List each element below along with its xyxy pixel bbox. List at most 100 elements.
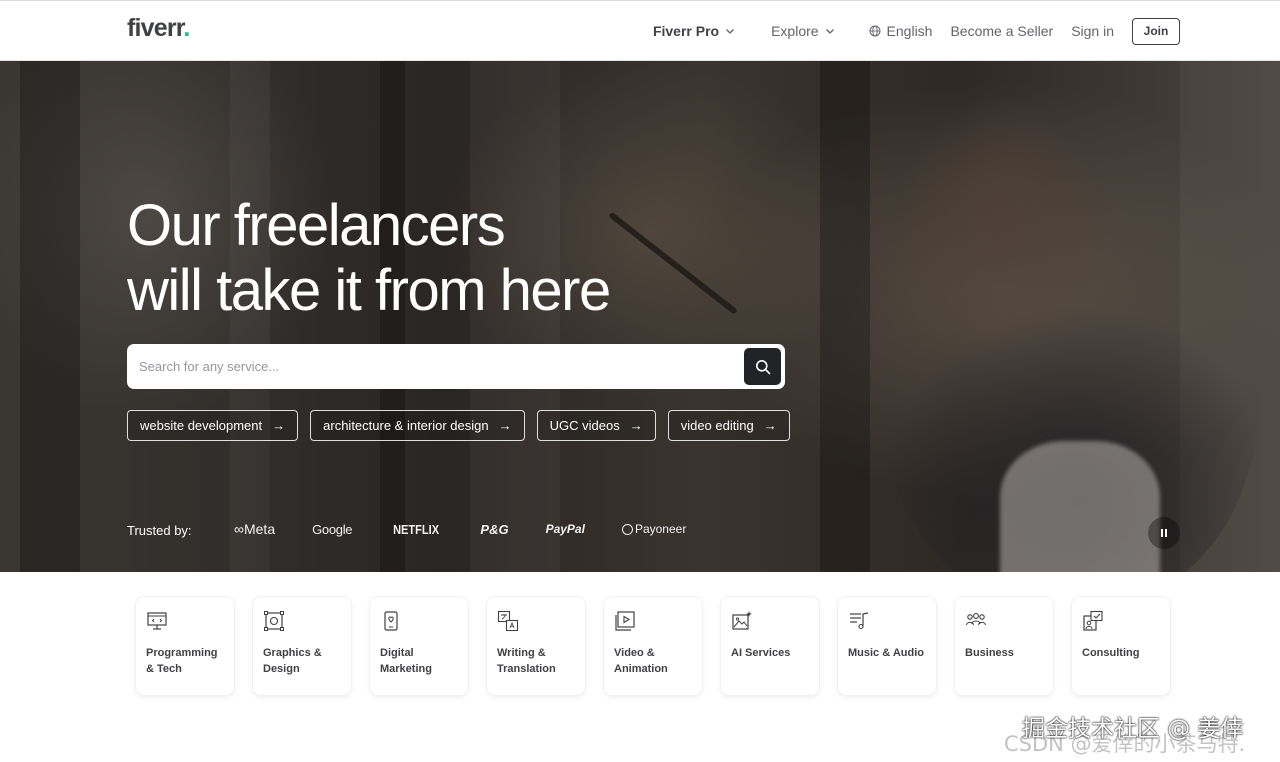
join-button[interactable]: Join	[1132, 17, 1180, 45]
ai-image-icon	[732, 611, 752, 630]
category-label-line: Programming	[146, 647, 218, 659]
meta-logo: ∞Meta	[234, 521, 275, 537]
category-label-line: AI Services	[731, 647, 791, 659]
chip-label: video editing	[680, 418, 754, 433]
nav-fiverr-pro-label: Fiverr Pro	[652, 23, 720, 39]
category-label: AI Services	[731, 645, 813, 661]
category-graphics-design[interactable]: Graphics & Design	[253, 597, 351, 695]
top-header: fiverr. Fiverr Pro Explore English Becom…	[0, 0, 1280, 61]
hero-headline-line-1: Our freelancers	[127, 193, 506, 258]
nav-language-label: English	[886, 23, 933, 39]
arrow-right-icon: →	[763, 418, 777, 433]
nav-explore[interactable]: Explore	[771, 23, 834, 39]
chip-ugc-videos[interactable]: UGC videos →	[536, 410, 656, 441]
category-label-line: Design	[263, 663, 300, 675]
arrow-right-icon: →	[272, 418, 286, 433]
search-input[interactable]	[139, 344, 739, 389]
search-bar	[127, 344, 785, 389]
chevron-down-icon	[825, 29, 834, 34]
search-icon	[755, 359, 770, 374]
nav-explore-label: Explore	[771, 23, 819, 39]
category-label-line: & Tech	[146, 663, 182, 675]
logo-text: fiverr	[127, 14, 184, 42]
meta-logo-text: Meta	[243, 521, 276, 537]
people-icon	[965, 613, 987, 626]
category-label: Business	[965, 645, 1047, 661]
category-writing-translation[interactable]: Writing & Translation	[487, 597, 585, 695]
video-play-icon	[615, 611, 635, 631]
category-label-line: Marketing	[380, 663, 432, 675]
music-icon	[850, 612, 869, 630]
payoneer-logo: Payoneer	[621, 522, 687, 536]
hero-headline: Our freelancers will take it from here	[127, 193, 611, 323]
category-video-animation[interactable]: Video & Animation	[604, 597, 702, 695]
search-button[interactable]	[744, 348, 781, 385]
nav-become-seller[interactable]: Become a Seller	[950, 23, 1053, 39]
hero-tool-image	[608, 211, 738, 315]
payoneer-ring-icon	[621, 523, 633, 535]
paypal-logo: PayPal	[545, 522, 585, 536]
pause-icon	[1161, 529, 1163, 537]
arrow-right-icon: →	[629, 418, 643, 433]
chip-label: architecture & interior design	[323, 418, 489, 433]
category-cards: Programming & Tech Graphics & Design Dig…	[136, 597, 1189, 695]
consulting-icon	[1083, 610, 1103, 631]
category-label: Consulting	[1082, 645, 1164, 661]
pause-video-button[interactable]	[1148, 517, 1180, 549]
netflix-logo: NETFLIX	[393, 521, 440, 537]
watermark-juejin: 掘金技术社区 @ 姜倖	[1022, 716, 1244, 742]
category-programming-tech[interactable]: Programming & Tech	[136, 597, 234, 695]
category-label: Programming & Tech	[146, 645, 228, 677]
chip-architecture-interior-design[interactable]: architecture & interior design →	[310, 410, 525, 441]
translate-icon	[497, 610, 519, 632]
category-ai-services[interactable]: AI Services	[721, 597, 819, 695]
nav-sign-in[interactable]: Sign in	[1071, 23, 1114, 39]
hero-headline-line-2: will take it from here	[127, 258, 611, 323]
category-label-line: Writing &	[497, 647, 546, 659]
trusted-by-label: Trusted by:	[127, 523, 192, 538]
category-label-line: Music & Audio	[848, 647, 924, 659]
phone-heart-icon	[384, 611, 398, 631]
category-label-line: Animation	[614, 663, 668, 675]
pg-logo: P&G	[480, 521, 509, 537]
meta-symbol-icon: ∞	[234, 521, 244, 537]
category-label-line: Business	[965, 647, 1014, 659]
fiverr-logo[interactable]: fiverr.	[127, 14, 190, 43]
chip-label: website development	[140, 418, 263, 433]
monitor-icon	[147, 612, 167, 630]
main-nav: Fiverr Pro Explore English Become a Sell…	[653, 17, 1180, 45]
logo-dot: .	[183, 14, 190, 42]
nav-language[interactable]: English	[869, 23, 933, 39]
payoneer-logo-text: Payoneer	[634, 522, 687, 536]
category-label: Digital Marketing	[380, 645, 462, 677]
nav-fiverr-pro[interactable]: Fiverr Pro	[653, 23, 735, 39]
category-digital-marketing[interactable]: Digital Marketing	[370, 597, 468, 695]
category-label-line: Translation	[497, 663, 556, 675]
globe-icon	[869, 25, 881, 37]
chip-website-development[interactable]: website development →	[127, 410, 299, 441]
arrow-right-icon: →	[498, 418, 512, 433]
category-label-line: Graphics &	[263, 647, 322, 659]
chevron-down-icon	[726, 29, 735, 34]
trusted-brands: ∞Meta Google NETFLIX P&G PayPal Payoneer	[234, 521, 723, 537]
popular-searches: website development → architecture & int…	[127, 410, 802, 441]
hero-background-shape	[820, 61, 870, 572]
chip-label: UGC videos	[549, 418, 620, 433]
pause-icon	[1165, 529, 1167, 537]
category-label: Music & Audio	[848, 645, 930, 661]
hero-section: Our freelancers will take it from here w…	[0, 61, 1280, 572]
google-logo: Google	[312, 521, 353, 537]
category-label-line: Digital	[380, 647, 414, 659]
category-consulting[interactable]: Consulting	[1072, 597, 1170, 695]
category-label: Writing & Translation	[497, 645, 579, 677]
chip-video-editing[interactable]: video editing →	[667, 410, 790, 441]
category-label-line: Consulting	[1082, 647, 1140, 659]
category-label: Video & Animation	[614, 645, 696, 677]
category-label: Graphics & Design	[263, 645, 345, 677]
hero-background-shape	[20, 61, 80, 572]
category-label-line: Video &	[614, 647, 655, 659]
design-grid-icon	[264, 611, 284, 631]
category-music-audio[interactable]: Music & Audio	[838, 597, 936, 695]
category-business[interactable]: Business	[955, 597, 1053, 695]
hero-person-shirt	[1000, 441, 1160, 572]
